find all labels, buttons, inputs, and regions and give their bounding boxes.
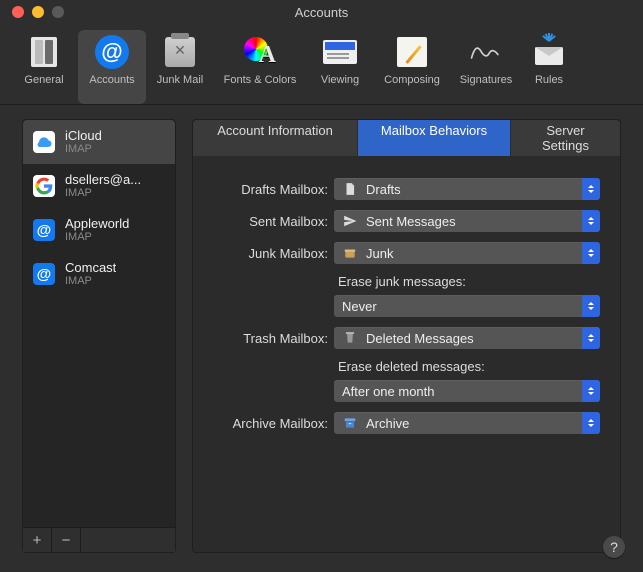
account-name: Comcast (65, 261, 116, 275)
chevron-updown-icon (582, 242, 600, 264)
help-button[interactable]: ? (603, 536, 625, 558)
chevron-updown-icon (582, 380, 600, 402)
junk-label: Junk Mailbox: (203, 246, 334, 261)
window-controls (12, 6, 64, 18)
junk-icon (342, 245, 358, 261)
trash-mailbox-popup[interactable]: Deleted Messages (334, 327, 600, 349)
toolbar-viewing[interactable]: Viewing (306, 30, 374, 104)
account-row-icloud[interactable]: iCloud IMAP (23, 120, 175, 164)
window-title: Accounts (0, 5, 643, 20)
chevron-updown-icon (582, 295, 600, 317)
toolbar-composing[interactable]: Composing (374, 30, 450, 104)
toolbar-label: Accounts (89, 74, 134, 86)
tab-account-info[interactable]: Account Information (193, 120, 358, 156)
close-button[interactable] (12, 6, 24, 18)
chevron-updown-icon (582, 327, 600, 349)
toolbar-label: Rules (535, 74, 563, 86)
junk-erase-value: Never (342, 299, 582, 314)
toolbar-label: Fonts & Colors (224, 74, 297, 86)
sent-value: Sent Messages (366, 214, 582, 229)
maximize-button[interactable] (52, 6, 64, 18)
junk-value: Junk (366, 246, 582, 261)
sent-mailbox-popup[interactable]: Sent Messages (334, 210, 600, 232)
toolbar-accounts[interactable]: @ Accounts (78, 30, 146, 104)
form: Drafts Mailbox: Drafts Sent Mailbox: Sen… (193, 156, 620, 552)
tab-mailbox-behaviors[interactable]: Mailbox Behaviors (358, 120, 511, 156)
chevron-updown-icon (582, 210, 600, 232)
sidebar-footer: + − (23, 527, 175, 552)
toolbar-signatures[interactable]: Signatures (450, 30, 522, 104)
preferences-window: Accounts General @ Accounts Junk Mail A … (0, 0, 643, 572)
fonts-icon: A (242, 34, 278, 70)
toolbar-label: General (24, 74, 63, 86)
composing-icon (394, 34, 430, 70)
toolbar-general[interactable]: General (10, 30, 78, 104)
toolbar-rules[interactable]: Rules (522, 30, 576, 104)
at-icon: @ (33, 219, 55, 241)
icloud-icon (33, 131, 55, 153)
accounts-icon: @ (94, 34, 130, 70)
archive-label: Archive Mailbox: (203, 416, 334, 431)
trash-erase-popup[interactable]: After one month (334, 380, 600, 402)
general-icon (26, 34, 62, 70)
account-type: IMAP (65, 231, 129, 243)
rules-icon (531, 34, 567, 70)
toolbar-label: Viewing (321, 74, 359, 86)
minimize-button[interactable] (32, 6, 44, 18)
accounts-list: iCloud IMAP dsellers@a... (23, 120, 175, 527)
drafts-mailbox-popup[interactable]: Drafts (334, 178, 600, 200)
toolbar-junk[interactable]: Junk Mail (146, 30, 214, 104)
toolbar-label: Composing (384, 74, 440, 86)
account-name: dsellers@a... (65, 173, 141, 187)
junk-erase-label: Erase junk messages: (334, 274, 600, 289)
toolbar: General @ Accounts Junk Mail A Fonts & C… (0, 24, 643, 105)
account-name: Appleworld (65, 217, 129, 231)
trash-icon (342, 330, 358, 346)
account-type: IMAP (65, 275, 116, 287)
drafts-icon (342, 181, 358, 197)
chevron-updown-icon (582, 178, 600, 200)
drafts-label: Drafts Mailbox: (203, 182, 334, 197)
account-type: IMAP (65, 187, 141, 199)
toolbar-fonts[interactable]: A Fonts & Colors (214, 30, 306, 104)
drafts-value: Drafts (366, 182, 582, 197)
accounts-sidebar: iCloud IMAP dsellers@a... (22, 119, 176, 553)
at-icon: @ (33, 263, 55, 285)
junk-erase-popup[interactable]: Never (334, 295, 600, 317)
signatures-icon (468, 34, 504, 70)
account-name: iCloud (65, 129, 102, 143)
content-area: iCloud IMAP dsellers@a... (0, 105, 643, 567)
tab-server-settings[interactable]: Server Settings (511, 120, 620, 156)
sent-label: Sent Mailbox: (203, 214, 334, 229)
account-row-comcast[interactable]: @ Comcast IMAP (23, 252, 175, 296)
toolbar-label: Junk Mail (157, 74, 203, 86)
add-account-button[interactable]: + (23, 528, 52, 552)
toolbar-label: Signatures (460, 74, 513, 86)
google-icon (33, 175, 55, 197)
trash-value: Deleted Messages (366, 331, 582, 346)
sent-icon (342, 213, 358, 229)
trash-label: Trash Mailbox: (203, 331, 334, 346)
archive-value: Archive (366, 416, 582, 431)
junk-icon (162, 34, 198, 70)
tabstrip: Account Information Mailbox Behaviors Se… (193, 120, 620, 156)
trash-erase-label: Erase deleted messages: (334, 359, 600, 374)
archive-icon (342, 415, 358, 431)
trash-erase-value: After one month (342, 384, 582, 399)
account-row-google[interactable]: dsellers@a... IMAP (23, 164, 175, 208)
junk-mailbox-popup[interactable]: Junk (334, 242, 600, 264)
account-type: IMAP (65, 143, 102, 155)
viewing-icon (322, 34, 358, 70)
archive-mailbox-popup[interactable]: Archive (334, 412, 600, 434)
settings-pane: Account Information Mailbox Behaviors Se… (192, 119, 621, 553)
titlebar: Accounts (0, 0, 643, 24)
remove-account-button[interactable]: − (52, 528, 81, 552)
chevron-updown-icon (582, 412, 600, 434)
account-row-appleworld[interactable]: @ Appleworld IMAP (23, 208, 175, 252)
